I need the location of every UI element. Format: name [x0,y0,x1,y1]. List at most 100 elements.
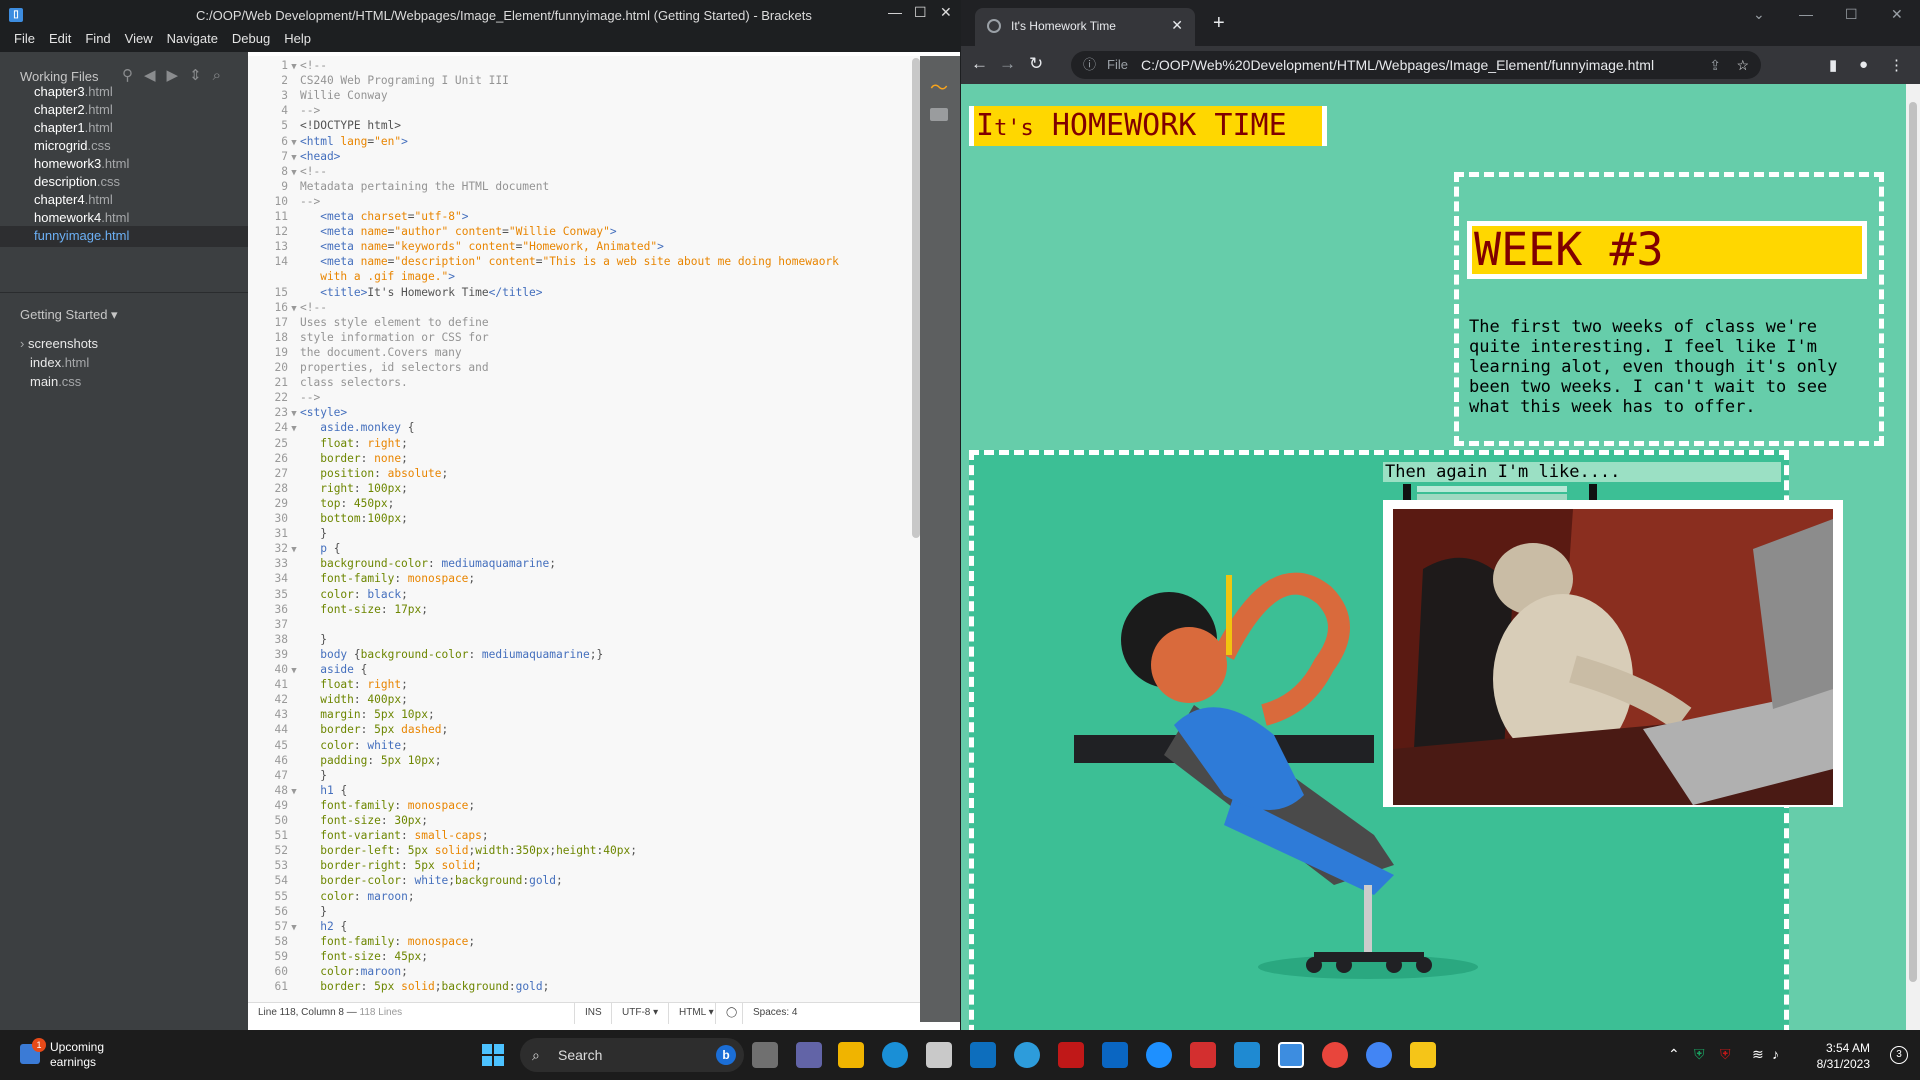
code-line: 11 <meta charset="utf-8"> [248,210,920,225]
encoding-select[interactable]: UTF-8 ▾ [611,1003,668,1024]
fold-arrow-icon[interactable]: ▼ [288,304,300,314]
help-icon[interactable] [1014,1042,1040,1068]
code-token: font-size [320,814,381,827]
address-bar[interactable]: ⓘ File C:/OOP/Web%20Development/HTML/Web… [1071,51,1761,79]
menu-file[interactable]: File [0,28,42,46]
chevron-up-icon[interactable]: ⌃ [1668,1046,1680,1063]
close-icon[interactable]: ✕ [1891,6,1903,23]
page-scrollbar[interactable] [1906,84,1920,1030]
tree-file[interactable]: index.html [0,353,248,373]
side-panel-icon[interactable]: ▮ [1829,56,1837,74]
taskbar-search[interactable]: ⌕ Search b [520,1038,744,1072]
menu-edit[interactable]: Edit [42,28,78,46]
menu-find[interactable]: Find [78,28,117,46]
bookmark-star-icon[interactable]: ☆ [1736,51,1749,79]
fold-arrow-icon[interactable]: ▼ [288,153,300,163]
editor-scrollbar[interactable] [912,58,920,538]
menu-help[interactable]: Help [277,28,318,46]
defender-icon[interactable]: ⛨ [1694,1046,1705,1063]
menu-debug[interactable]: Debug [225,28,277,46]
fold-arrow-icon[interactable]: ▼ [288,787,300,797]
menu-view[interactable]: View [118,28,160,46]
folder-arrow-icon[interactable]: › [20,336,28,351]
browser-tab[interactable]: It's Homework Time ✕ [975,8,1195,46]
minimize-icon[interactable]: — [1799,6,1813,22]
info-icon[interactable]: ⓘ [1083,51,1096,79]
minimize-icon[interactable]: — [888,4,902,20]
code-token: h2 [320,919,334,933]
fold-arrow-icon[interactable]: ▼ [288,424,300,434]
fold-arrow-icon[interactable]: ▼ [288,62,300,72]
brackets-window: ▯ C:/OOP/Web Development/HTML/Webpages/I… [0,0,960,1030]
project-dropdown[interactable]: Getting Started ▾ [20,307,118,323]
mcafee-icon[interactable] [1058,1042,1084,1068]
code-token: monospace [407,798,469,812]
store-icon[interactable] [926,1042,952,1068]
working-file-name: description [34,174,97,189]
fold-arrow-icon[interactable]: ▼ [288,168,300,178]
browser-app-icon[interactable] [1146,1042,1172,1068]
close-tab-icon[interactable]: ✕ [1171,17,1183,34]
extension-manager-icon[interactable] [930,108,948,121]
code-line: 56 } [248,905,920,920]
notepad-icon[interactable] [1410,1042,1436,1068]
share-icon[interactable]: ⇪ [1709,51,1721,79]
code-token: aside.monkey [320,421,402,435]
acrobat-icon[interactable] [1190,1042,1216,1068]
bing-icon[interactable]: b [716,1045,736,1065]
tab-search-icon[interactable]: ⌄ [1753,6,1765,23]
clock[interactable]: 3:54 AM 8/31/2023 [1817,1040,1870,1072]
mcafee-tray-icon[interactable]: ⛨ [1720,1046,1731,1063]
code-text: font-family: monospace; [300,572,475,585]
url-text[interactable]: C:/OOP/Web%20Development/HTML/Webpages/I… [1141,51,1654,79]
notification-badge[interactable]: 3 [1890,1046,1908,1064]
code-line: 54 border-color: white;background:gold; [248,874,920,889]
code-token: properties, id selectors and [300,361,489,374]
edge-icon[interactable] [882,1042,908,1068]
working-file-item[interactable]: funnyimage.html [0,226,248,247]
live-preview-icon[interactable]: 〜 [930,74,948,100]
chrome-icon[interactable] [1322,1042,1348,1068]
task-view-icon[interactable] [752,1042,778,1068]
maximize-icon[interactable]: ☐ [914,4,927,21]
fold-arrow-icon[interactable]: ▼ [288,923,300,933]
menu-navigate[interactable]: Navigate [160,28,225,46]
tree-item-ext: .css [58,374,82,389]
file-explorer-icon[interactable] [838,1042,864,1068]
page-scroll-thumb[interactable] [1909,102,1917,982]
fold-arrow-icon[interactable]: ▼ [288,545,300,555]
chrome-profile-icon[interactable] [1366,1042,1392,1068]
indent-setting[interactable]: Spaces: 4 [742,1003,807,1024]
working-file-name: homework3 [34,156,102,171]
tree-file[interactable]: main.css [0,372,248,392]
fold-arrow-icon[interactable]: ▼ [288,666,300,676]
linkedin-icon[interactable] [1102,1042,1128,1068]
forward-icon[interactable]: → [999,54,1016,74]
brackets-taskbar-icon[interactable] [1278,1042,1304,1068]
volume-icon[interactable]: ♪ [1772,1046,1779,1062]
reload-icon[interactable]: ↻ [1029,54,1043,74]
start-button[interactable] [482,1044,504,1066]
teams-icon[interactable] [796,1042,822,1068]
fold-arrow-icon[interactable]: ▼ [288,138,300,148]
code-text: style information or CSS for [300,331,489,344]
ins-mode[interactable]: INS [574,1003,612,1024]
profile-icon[interactable]: ● [1859,56,1868,73]
close-icon[interactable]: ✕ [940,4,952,21]
myhp-icon[interactable] [970,1042,996,1068]
tree-folder[interactable]: › screenshots [0,334,248,354]
fold-arrow-icon[interactable]: ▼ [288,409,300,419]
new-tab-icon[interactable]: + [1213,12,1225,35]
maximize-icon[interactable]: ☐ [1845,6,1858,23]
wifi-icon[interactable]: ≋ [1752,1046,1764,1063]
back-icon[interactable]: ← [971,54,988,74]
code-token: margin [320,708,361,722]
vscode-icon[interactable] [1234,1042,1260,1068]
code-text: <style> [300,406,347,419]
menu-kebab-icon[interactable]: ⋮ [1889,56,1904,74]
code-editor[interactable]: 1 ▼ <!-- 2 CS240 Web Programing I Unit III 3 W… [248,56,920,1022]
